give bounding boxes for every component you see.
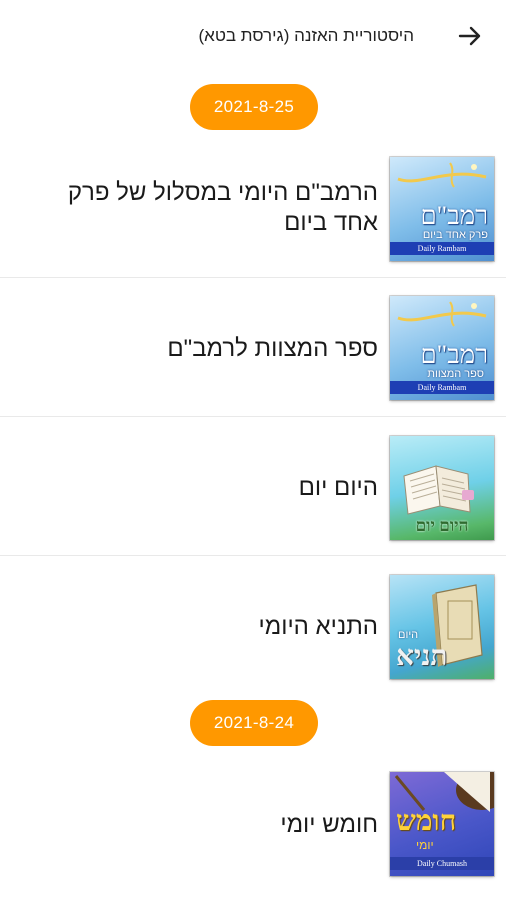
thumb-title: היום יום — [415, 516, 469, 535]
history-item[interactable]: היום תניא התניא היומי — [0, 557, 506, 695]
item-title[interactable]: התניא היומי — [18, 612, 378, 642]
history-item[interactable]: רמב"ם פרק אחד ביום Daily Rambam הרמב"ם ה… — [0, 140, 506, 278]
history-item[interactable]: היום יום היום יום — [0, 418, 506, 556]
thumb-title: רמב"ם — [420, 340, 488, 369]
item-title[interactable]: ספר המצוות לרמב"ם — [18, 334, 378, 364]
thumb-subtitle: ספר המצוות — [427, 368, 484, 380]
history-item[interactable]: רמב"ם ספר המצוות Daily Rambam ספר המצוות… — [0, 279, 506, 417]
history-item[interactable]: חומש יומי Daily Chumash חומש יומי — [0, 755, 506, 893]
app-header: היסטוריית האזנה (גירסת בטא) — [0, 0, 506, 72]
rambam-thumbnail[interactable]: רמב"ם ספר המצוות Daily Rambam — [390, 296, 494, 400]
item-title[interactable]: הרמב"ם היומי במסלול של פרק אחד ביום — [18, 178, 378, 238]
row-divider — [0, 277, 506, 278]
thumb-badge: Daily Chumash — [390, 857, 494, 870]
date-chip: 2021-8-24 — [190, 700, 318, 746]
thumb-title: תניא — [396, 641, 448, 672]
thumb-badge: Daily Rambam — [390, 242, 494, 255]
row-divider — [0, 555, 506, 556]
tanya-thumbnail[interactable]: היום תניא — [390, 575, 494, 679]
thumb-small-label: יומי — [416, 838, 434, 852]
back-button[interactable] — [452, 18, 488, 54]
item-title[interactable]: חומש יומי — [18, 810, 378, 840]
arrow-right-icon — [458, 26, 481, 46]
page-title: היסטוריית האזנה (גירסת בטא) — [198, 26, 414, 45]
thumb-subtitle: פרק אחד ביום — [422, 229, 488, 241]
chumash-thumbnail[interactable]: חומש יומי Daily Chumash — [390, 772, 494, 876]
thumb-title: חומש — [396, 806, 457, 837]
row-divider — [0, 416, 506, 417]
item-title[interactable]: היום יום — [18, 473, 378, 503]
hayom-yom-thumbnail[interactable]: היום יום — [390, 436, 494, 540]
rambam-thumbnail[interactable]: רמב"ם פרק אחד ביום Daily Rambam — [390, 157, 494, 261]
thumb-small-label: היום — [398, 629, 419, 641]
thumb-badge: Daily Rambam — [390, 381, 494, 394]
thumb-title: רמב"ם — [420, 201, 488, 230]
date-chip: 2021-8-25 — [190, 84, 318, 130]
